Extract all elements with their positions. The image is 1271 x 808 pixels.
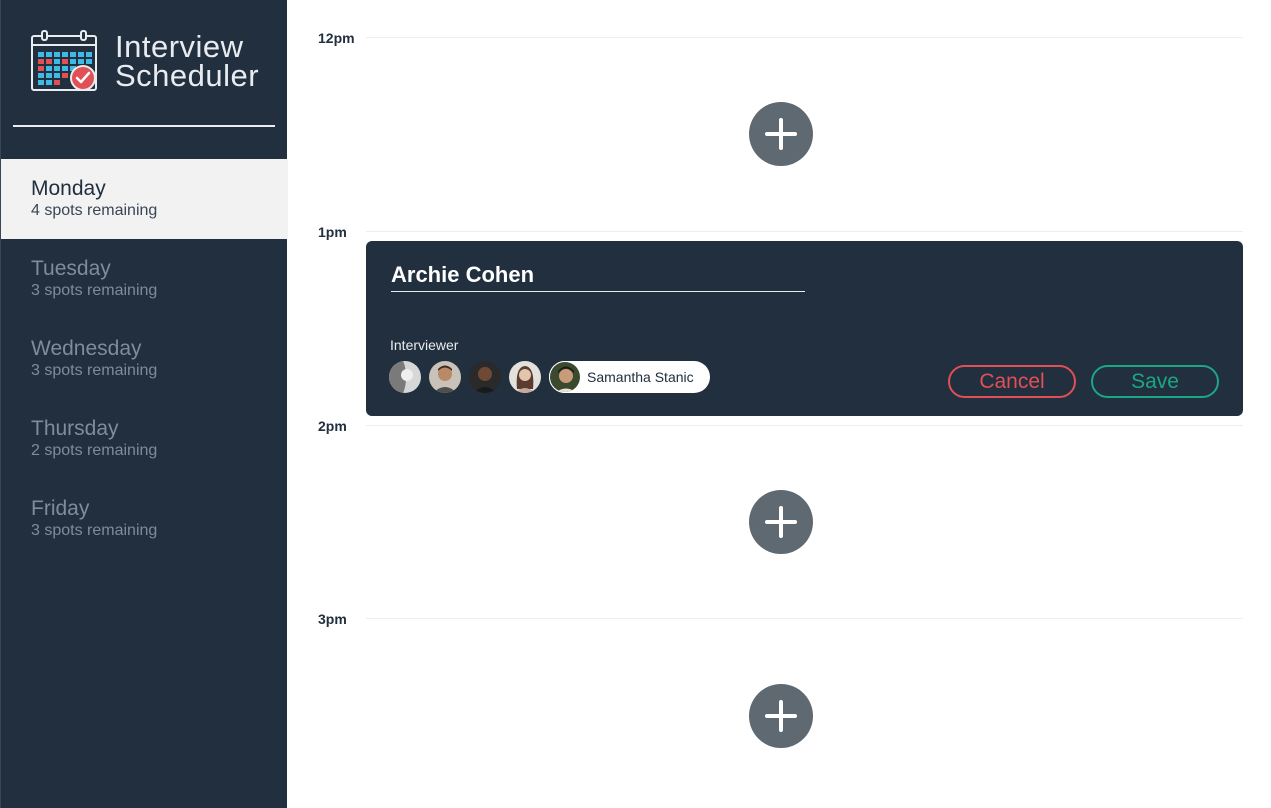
time-label: 2pm bbox=[318, 418, 347, 434]
time-label: 1pm bbox=[318, 224, 347, 240]
day-name: Thursday bbox=[31, 417, 119, 440]
slot-separator bbox=[366, 618, 1243, 619]
interviewer-avatar[interactable] bbox=[509, 361, 541, 393]
app-title: Interview Scheduler bbox=[115, 29, 260, 93]
day-spots: 3 spots remaining bbox=[31, 362, 158, 379]
avatar-image bbox=[509, 361, 541, 393]
calendar-check-icon bbox=[31, 30, 97, 91]
interviewer-label: Interviewer bbox=[390, 337, 459, 353]
cancel-button[interactable]: Cancel bbox=[948, 365, 1076, 398]
plus-icon bbox=[765, 700, 797, 732]
interviewer-avatar[interactable] bbox=[429, 361, 461, 393]
day-name: Tuesday bbox=[31, 257, 111, 280]
day-list: Monday 4 spots remaining Tuesday 3 spots… bbox=[1, 159, 288, 559]
day-item-thursday[interactable]: Thursday 2 spots remaining bbox=[1, 399, 288, 479]
time-label: 3pm bbox=[318, 611, 347, 627]
day-item-friday[interactable]: Friday 3 spots remaining bbox=[1, 479, 288, 559]
avatar-image bbox=[550, 362, 580, 392]
save-button[interactable]: Save bbox=[1091, 365, 1219, 398]
interviewer-avatar[interactable] bbox=[469, 361, 501, 393]
day-name: Monday bbox=[31, 177, 106, 200]
avatar-image bbox=[389, 361, 421, 393]
sidebar-divider bbox=[13, 125, 275, 127]
slot-separator bbox=[366, 37, 1243, 38]
slot-separator bbox=[366, 425, 1243, 426]
selected-interviewer-name: Samantha Stanic bbox=[587, 369, 694, 385]
day-name: Wednesday bbox=[31, 337, 142, 360]
add-appointment-button[interactable] bbox=[749, 490, 813, 554]
day-name: Friday bbox=[31, 497, 90, 520]
add-appointment-button[interactable] bbox=[749, 684, 813, 748]
time-label: 12pm bbox=[318, 30, 355, 46]
day-item-tuesday[interactable]: Tuesday 3 spots remaining bbox=[1, 239, 288, 319]
schedule: 12pm 1pm Interviewer bbox=[287, 0, 1271, 808]
slot-separator bbox=[366, 231, 1243, 232]
day-spots: 3 spots remaining bbox=[31, 282, 158, 299]
avatar-image bbox=[469, 361, 501, 393]
interviewer-avatar[interactable] bbox=[389, 361, 421, 393]
day-spots: 2 spots remaining bbox=[31, 442, 158, 459]
day-spots: 3 spots remaining bbox=[31, 522, 158, 539]
add-appointment-button[interactable] bbox=[749, 102, 813, 166]
app-title-line2: Scheduler bbox=[115, 58, 260, 93]
day-spots: 4 spots remaining bbox=[31, 202, 158, 219]
appointment-form: Interviewer bbox=[366, 241, 1243, 416]
sidebar: Interview Scheduler Monday 4 spots remai… bbox=[0, 0, 288, 808]
day-item-wednesday[interactable]: Wednesday 3 spots remaining bbox=[1, 319, 288, 399]
avatar-image bbox=[429, 361, 461, 393]
brand: Interview Scheduler bbox=[31, 30, 259, 94]
app-title-line1: Interview bbox=[115, 29, 244, 64]
day-item-monday[interactable]: Monday 4 spots remaining bbox=[1, 159, 288, 239]
selected-interviewer[interactable]: Samantha Stanic bbox=[549, 361, 710, 393]
plus-icon bbox=[765, 506, 797, 538]
interviewer-avatar bbox=[549, 361, 581, 393]
student-name-input[interactable] bbox=[391, 261, 805, 292]
plus-icon bbox=[765, 118, 797, 150]
interviewer-list: Samantha Stanic bbox=[389, 361, 710, 393]
